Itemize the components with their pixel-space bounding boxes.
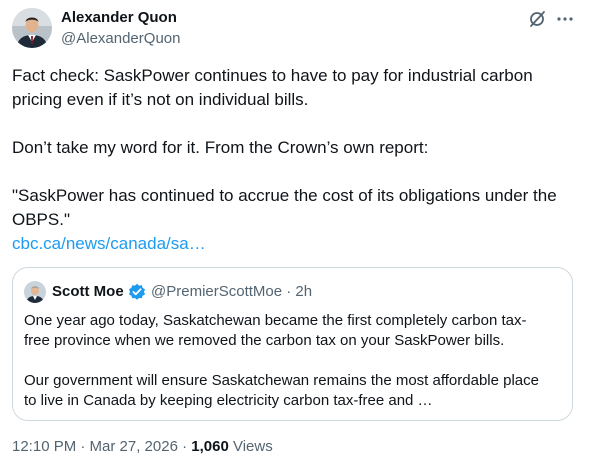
- more-options-icon[interactable]: [556, 10, 574, 28]
- tweet: Alexander Quon @AlexanderQuon Fact check…: [0, 0, 589, 468]
- tweet-text-line: Don’t take my word for it. From the Crow…: [12, 138, 429, 157]
- quoted-author-handle-time: @PremierScottMoe · 2h: [151, 283, 313, 300]
- quoted-tweet-card[interactable]: Scott Moe @PremierScottMoe · 2h One year…: [12, 267, 573, 421]
- verified-badge-icon: [128, 283, 146, 301]
- quoted-text-line: One year ago today, Saskatchewan became …: [24, 312, 527, 329]
- article-link[interactable]: cbc.ca/news/canada/sa…: [12, 233, 206, 255]
- author-avatar[interactable]: [12, 8, 52, 48]
- views-label: Views: [228, 438, 273, 455]
- tweet-footer: 12:10 PM · Mar 27, 2026 · 1,060 Views: [12, 438, 273, 455]
- tweet-text-line: OBPS.": [12, 210, 70, 229]
- quoted-author-name[interactable]: Scott Moe: [52, 283, 124, 300]
- grok-icon[interactable]: [528, 10, 546, 28]
- tweet-text-line: "SaskPower has continued to accrue the c…: [12, 186, 557, 205]
- quoted-text-line: to live in Canada by keeping electricity…: [24, 392, 433, 409]
- tweet-text-line: Fact check: SaskPower continues to have …: [12, 66, 533, 85]
- author-handle[interactable]: @AlexanderQuon: [61, 30, 180, 47]
- views-count: 1,060: [191, 438, 229, 455]
- tweet-text-line: pricing even if it’s not on individual b…: [12, 90, 309, 109]
- tweet-timestamp[interactable]: 12:10 PM · Mar 27, 2026 ·: [12, 438, 191, 455]
- author-name[interactable]: Alexander Quon: [61, 9, 177, 26]
- quoted-text-line: free province when we removed the carbon…: [24, 332, 505, 349]
- quoted-text-line: Our government will ensure Saskatchewan …: [24, 372, 539, 389]
- quoted-author-avatar[interactable]: [24, 281, 46, 303]
